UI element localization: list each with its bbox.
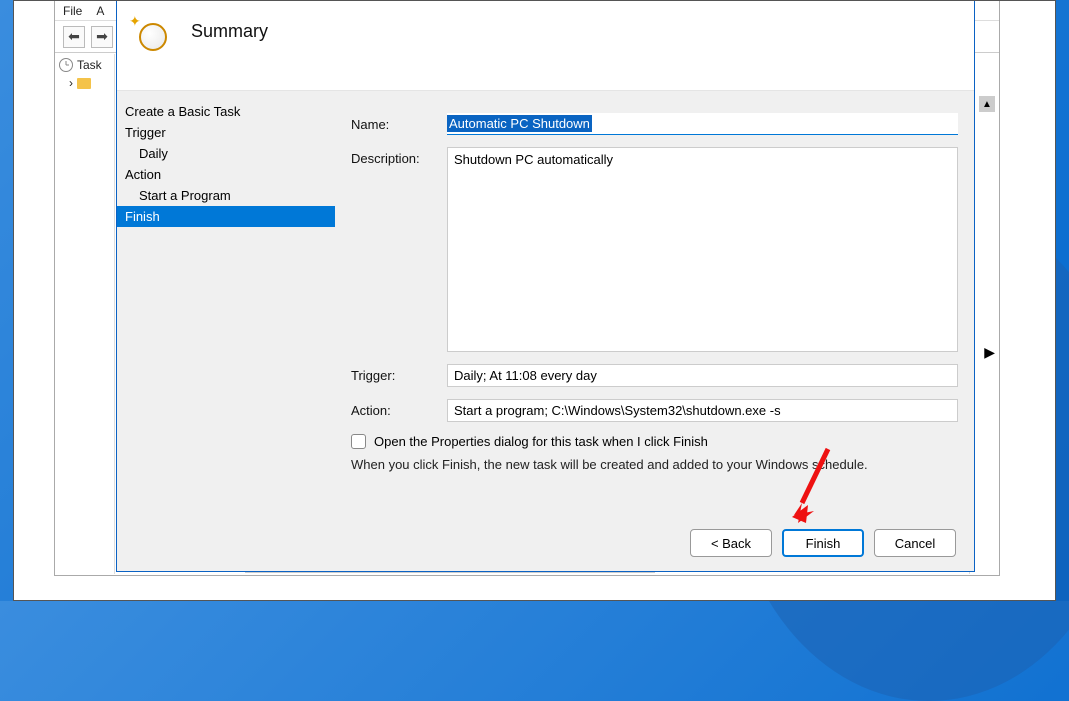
label-name: Name: [351, 113, 447, 132]
nav-forward-button[interactable]: ➡ [91, 26, 113, 48]
row-action: Action: Start a program; C:\Windows\Syst… [351, 399, 958, 422]
open-properties-label: Open the Properties dialog for this task… [374, 434, 708, 449]
wizard-icon: ✦ [133, 17, 167, 51]
step-create-basic-task[interactable]: Create a Basic Task [117, 101, 335, 122]
clock-icon [139, 23, 167, 51]
open-properties-checkbox[interactable] [351, 434, 366, 449]
wizard-button-row: < Back Finish Cancel [690, 529, 956, 557]
tree-panel: Task › [55, 54, 115, 574]
back-button[interactable]: < Back [690, 529, 772, 557]
tree-root-label: Task [77, 58, 102, 72]
outer-app-frame: File A ⬅ ➡ Task › ▲ ▶ [13, 0, 1056, 601]
nav-back-button[interactable]: ⬅ [63, 26, 85, 48]
wizard-body: Create a Basic Task Trigger Daily Action… [117, 91, 974, 571]
finish-info-text: When you click Finish, the new task will… [351, 457, 958, 472]
tree-child-item[interactable]: › [55, 74, 114, 92]
sparkle-icon: ✦ [129, 13, 141, 30]
description-input[interactable]: Shutdown PC automatically [447, 147, 958, 352]
menu-action[interactable]: A [96, 4, 104, 18]
label-description: Description: [351, 147, 447, 166]
expand-chevron-icon: › [69, 76, 73, 90]
row-name: Name: Automatic PC Shutdown [351, 113, 958, 135]
menu-file[interactable]: File [63, 4, 82, 18]
trigger-value[interactable]: Daily; At 11:08 every day [447, 364, 958, 387]
step-action[interactable]: Action [117, 164, 335, 185]
create-basic-task-wizard: ✦ Summary Create a Basic Task Trigger Da… [116, 1, 975, 572]
step-finish[interactable]: Finish [117, 206, 335, 227]
wizard-form: Name: Automatic PC Shutdown Description:… [335, 91, 974, 571]
folder-icon [77, 78, 91, 89]
step-daily[interactable]: Daily [117, 143, 335, 164]
scroll-right-icon[interactable]: ▶ [984, 344, 995, 361]
tree-root-item[interactable]: Task [55, 56, 114, 74]
clock-icon [59, 58, 73, 72]
name-input[interactable]: Automatic PC Shutdown [447, 113, 958, 135]
name-value-selected: Automatic PC Shutdown [447, 115, 592, 132]
cancel-button[interactable]: Cancel [874, 529, 956, 557]
step-trigger[interactable]: Trigger [117, 122, 335, 143]
wizard-step-nav: Create a Basic Task Trigger Daily Action… [117, 91, 335, 571]
wizard-header: ✦ Summary [117, 1, 974, 91]
scroll-up-button[interactable]: ▲ [979, 96, 995, 112]
finish-button[interactable]: Finish [782, 529, 864, 557]
row-description: Description: Shutdown PC automatically [351, 147, 958, 352]
wizard-title: Summary [191, 17, 268, 42]
step-start-program[interactable]: Start a Program [117, 185, 335, 206]
label-trigger: Trigger: [351, 364, 447, 383]
label-action: Action: [351, 399, 447, 418]
row-trigger: Trigger: Daily; At 11:08 every day [351, 364, 958, 387]
action-value[interactable]: Start a program; C:\Windows\System32\shu… [447, 399, 958, 422]
open-properties-row: Open the Properties dialog for this task… [351, 434, 958, 449]
